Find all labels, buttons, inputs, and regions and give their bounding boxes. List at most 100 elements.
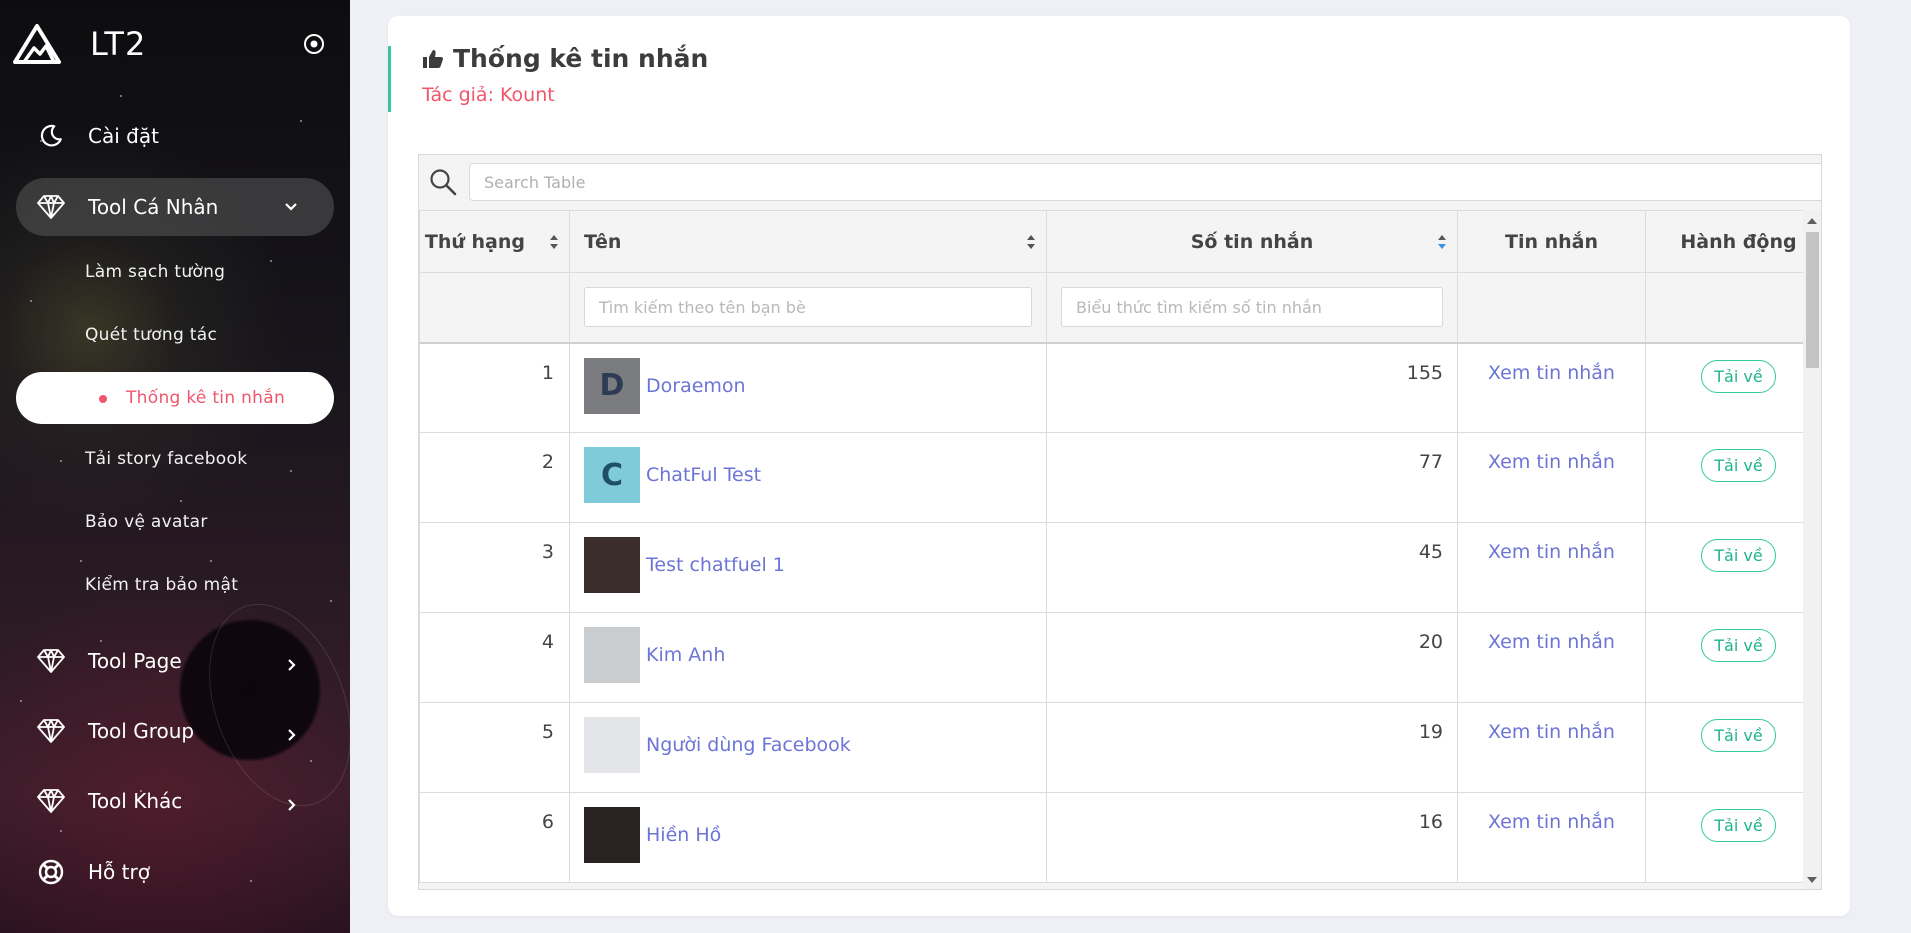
diamond-icon <box>36 646 66 676</box>
filter-name-input[interactable] <box>584 287 1032 328</box>
scroll-thumb[interactable] <box>1806 232 1819 368</box>
data-table-container: Thứ hạng Tên Số tin nhắn Tin nhắn <box>418 154 1822 890</box>
rank-cell: 5 <box>419 702 570 793</box>
sidebar-item-tool-ca-nhan[interactable]: Tool Cá Nhân <box>16 178 334 236</box>
friend-name-link[interactable]: Doraemon <box>646 375 746 397</box>
name-cell: Kim Anh <box>569 612 1047 703</box>
thumbs-up-icon <box>423 49 443 68</box>
brand-name: LT2 <box>90 25 147 63</box>
chevron-down-icon <box>285 203 297 211</box>
column-header-count[interactable]: Số tin nhắn <box>1046 210 1458 273</box>
sidebar-item-label: Tool Khác <box>88 789 183 813</box>
filter-cell-count <box>1046 272 1458 344</box>
view-messages-link[interactable]: Xem tin nhắn <box>1488 362 1615 384</box>
message-stats-table: Thứ hạng Tên Số tin nhắn Tin nhắn Hành đ… <box>419 210 1821 883</box>
sidebar-subitem-lam-sach-tuong[interactable]: Làm sạch tường <box>85 262 225 282</box>
column-header-label: Thứ hạng <box>424 230 525 253</box>
moon-icon <box>36 121 66 151</box>
sidebar-subitem-bao-ve-avatar[interactable]: Bảo vệ avatar <box>85 512 208 532</box>
friend-name-link[interactable]: Người dùng Facebook <box>646 734 851 756</box>
column-header-label: Hành động <box>1680 230 1797 253</box>
download-button[interactable]: Tải về <box>1701 719 1776 752</box>
friend-name-link[interactable]: Test chatfuel 1 <box>646 554 785 576</box>
message-count-cell: 20 <box>1046 612 1458 703</box>
sidebar-subitem-quet-tuong-tac[interactable]: Quét tương tác <box>85 325 217 345</box>
avatar[interactable] <box>584 807 640 863</box>
active-dot-icon <box>99 395 107 403</box>
view-messages-link[interactable]: Xem tin nhắn <box>1488 721 1615 743</box>
chevron-right-icon <box>288 799 296 811</box>
chevron-right-icon <box>288 729 296 741</box>
filter-cell-empty <box>419 272 570 344</box>
message-count-cell: 16 <box>1046 792 1458 883</box>
rank-cell: 2 <box>419 432 570 523</box>
column-header-name[interactable]: Tên <box>569 210 1047 273</box>
column-header-messages: Tin nhắn <box>1457 210 1646 273</box>
sidebar-item-tool-khac[interactable]: Tool Khác <box>16 772 334 830</box>
sidebar-subitem-tai-story[interactable]: Tải story facebook <box>85 449 247 469</box>
view-messages-link[interactable]: Xem tin nhắn <box>1488 451 1615 473</box>
rank-cell: 6 <box>419 792 570 883</box>
column-header-rank[interactable]: Thứ hạng <box>419 210 570 273</box>
action-cell: Tải về <box>1645 522 1821 613</box>
table-search-input[interactable] <box>469 163 1821 201</box>
name-cell: C ChatFul Test <box>569 432 1047 523</box>
download-button[interactable]: Tải về <box>1701 539 1776 572</box>
name-cell: Người dùng Facebook <box>569 702 1047 793</box>
search-icon <box>430 169 457 196</box>
download-button[interactable]: Tải về <box>1701 449 1776 482</box>
sidebar-item-tool-group[interactable]: Tool Group <box>16 702 334 760</box>
sidebar: LT2 Cài đặt Tool Cá Nhân Làm sạch tường … <box>0 0 350 933</box>
diamond-icon <box>36 716 66 746</box>
view-messages-cell: Xem tin nhắn <box>1457 702 1646 793</box>
column-header-label: Số tin nhắn <box>1190 230 1314 253</box>
friend-name-link[interactable]: Kim Anh <box>646 644 725 666</box>
action-cell: Tải về <box>1645 612 1821 703</box>
sidebar-subitem-thong-ke-tin-nhan[interactable]: Thống kê tin nhắn <box>16 372 334 424</box>
diamond-icon <box>36 192 66 222</box>
view-messages-link[interactable]: Xem tin nhắn <box>1488 541 1615 563</box>
name-cell: Test chatfuel 1 <box>569 522 1047 613</box>
sidebar-item-label: Tool Page <box>88 649 182 673</box>
sidebar-subitem-kiem-tra-bao-mat[interactable]: Kiểm tra bảo mật <box>85 575 238 595</box>
sort-icon <box>1027 235 1035 249</box>
sidebar-item-settings[interactable]: Cài đặt <box>16 107 334 165</box>
message-count-cell: 77 <box>1046 432 1458 523</box>
sidebar-item-tool-page[interactable]: Tool Page <box>16 632 334 690</box>
avatar[interactable] <box>584 627 640 683</box>
table-row: 5 Người dùng Facebook 19 Xem tin nhắn Tả… <box>419 702 1821 793</box>
name-cell: Hiền Hồ <box>569 792 1047 883</box>
avatar[interactable] <box>584 717 640 773</box>
page-title: Thống kê tin nhắn <box>422 44 708 73</box>
column-header-label: Tên <box>584 230 622 253</box>
scroll-down-icon[interactable] <box>1807 877 1817 883</box>
download-button[interactable]: Tải về <box>1701 359 1776 393</box>
view-messages-cell: Xem tin nhắn <box>1457 792 1646 883</box>
download-button[interactable]: Tải về <box>1701 629 1776 662</box>
table-search-row <box>419 155 1821 210</box>
table-scrollbar[interactable] <box>1803 210 1821 889</box>
sidebar-item-label: Tool Cá Nhân <box>88 195 219 219</box>
author-label: Tác giả: Kount <box>422 84 555 106</box>
rank-cell: 1 <box>419 342 570 433</box>
action-cell: Tải về <box>1645 342 1821 433</box>
view-messages-cell: Xem tin nhắn <box>1457 612 1646 703</box>
download-button[interactable]: Tải về <box>1701 809 1776 842</box>
avatar[interactable]: C <box>584 447 640 503</box>
avatar[interactable] <box>584 537 640 593</box>
message-count-cell: 19 <box>1046 702 1458 793</box>
sidebar-item-label: Tool Group <box>88 719 195 743</box>
friend-name-link[interactable]: Hiền Hồ <box>646 824 721 846</box>
table-row: 3 Test chatfuel 1 45 Xem tin nhắn Tải về <box>419 522 1821 613</box>
brand[interactable]: LT2 <box>12 22 146 66</box>
view-messages-link[interactable]: Xem tin nhắn <box>1488 811 1615 833</box>
chevron-right-icon <box>288 659 296 671</box>
target-icon[interactable] <box>302 32 326 56</box>
header-accent-bar <box>388 46 391 112</box>
scroll-up-icon[interactable] <box>1807 218 1817 224</box>
filter-count-input[interactable] <box>1061 287 1443 328</box>
view-messages-link[interactable]: Xem tin nhắn <box>1488 631 1615 653</box>
sidebar-item-ho-tro[interactable]: Hỗ trợ <box>16 843 334 901</box>
friend-name-link[interactable]: ChatFul Test <box>646 464 761 486</box>
avatar[interactable]: D <box>584 357 640 414</box>
